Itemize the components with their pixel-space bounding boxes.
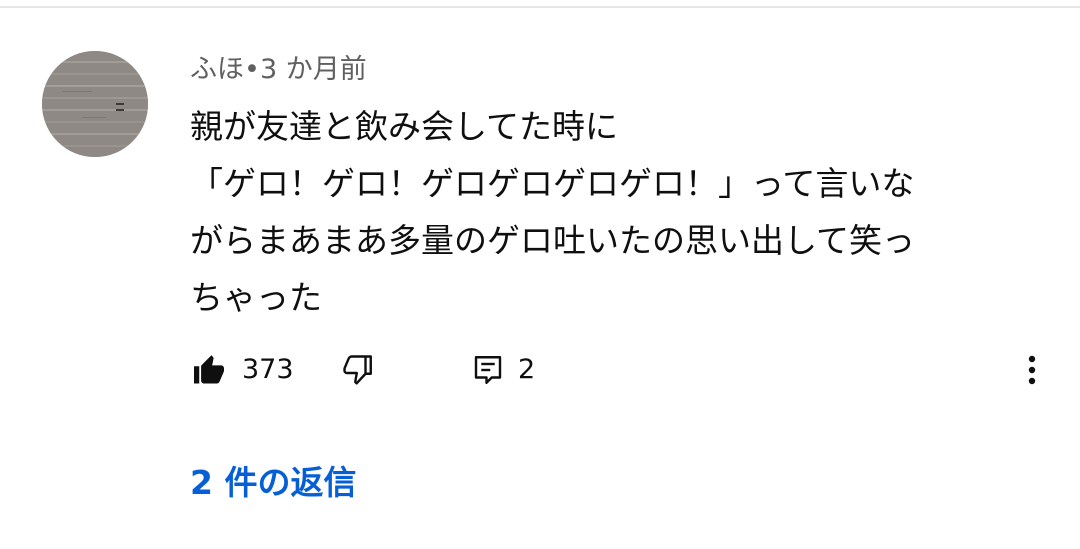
more-vertical-icon: [1028, 355, 1036, 385]
dislike-button[interactable]: [336, 346, 380, 394]
view-replies-link[interactable]: 2 件の返信: [190, 461, 356, 505]
more-options-button[interactable]: [1012, 346, 1052, 394]
like-count: 373: [242, 354, 294, 385]
thumbs-up-filled-icon: [194, 355, 224, 384]
reply-button[interactable]: [468, 346, 508, 394]
reply-count: 2: [518, 354, 536, 385]
avatar-image: [42, 51, 148, 157]
comment-line: ちゃった: [190, 278, 322, 317]
avatar[interactable]: [42, 51, 148, 157]
comment-time: 3 か月前: [259, 54, 367, 85]
comment-meta: ふほ•3 か月前: [190, 52, 367, 88]
comment-actions: 373 2: [0, 346, 1080, 394]
comment-icon: [474, 356, 502, 384]
thumbs-down-outline-icon: [343, 355, 372, 385]
comment-text: 親が友達と飲み会してた時に 「ゲロ！ゲロ！ゲロゲロゲロゲロ！」って言いな がらま…: [190, 98, 1040, 326]
comment-line: がらまあまあ多量のゲロ吐いたの思い出して笑っ: [190, 221, 916, 260]
comment-line: 「ゲロ！ゲロ！ゲロゲロゲロゲロ！」って言いな: [190, 164, 915, 203]
top-divider: [0, 6, 1080, 8]
meta-separator: •: [244, 54, 260, 85]
comment-line: 親が友達と飲み会してた時に: [190, 107, 619, 146]
author-name[interactable]: ふほ: [190, 54, 244, 85]
like-button[interactable]: [188, 346, 230, 394]
